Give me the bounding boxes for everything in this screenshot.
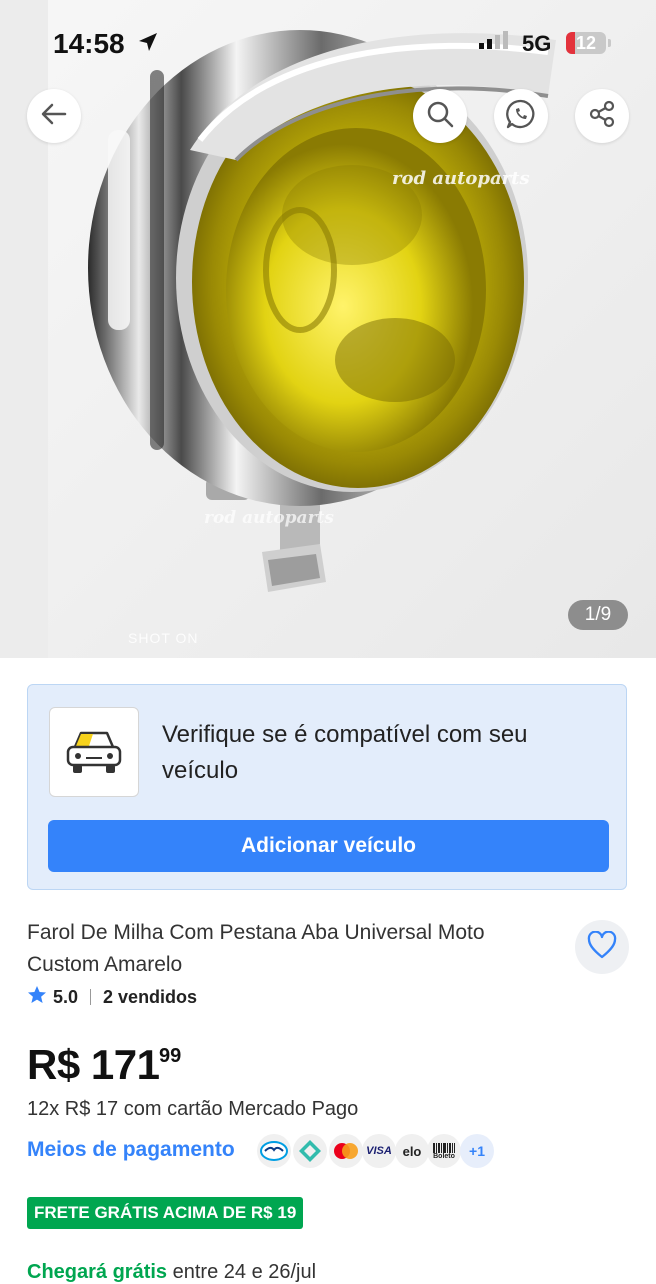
free-shipping-badge: FRETE GRÁTIS ACIMA DE R$ 19 [27,1197,304,1229]
product-image-gallery[interactable]: 14:58 5G 12 rod autoparts rod autoparts … [0,0,656,658]
search-button[interactable] [413,89,467,143]
add-vehicle-button[interactable]: Adicionar veículo [48,820,609,872]
pix-icon [293,1134,327,1168]
more-payment-methods[interactable]: +1 [460,1134,494,1168]
visa-icon: VISA [362,1134,396,1168]
share-button[interactable] [575,89,629,143]
compatibility-card: Verifique se é compatível com seu veícul… [27,684,627,890]
battery-percent: 12 [575,33,597,53]
delivery-estimate: Chegará grátis entre 24 e 26/jul [27,1261,316,1284]
compatibility-text: Verifique se é compatível com seu veícul… [162,721,528,784]
status-bar: 14:58 5G 12 [0,26,656,62]
signal-icon [478,30,514,55]
payment-methods-link[interactable]: Meios de pagamento [27,1138,235,1162]
price-cents: 99 [159,1045,182,1067]
sold-count: 2 vendidos [103,986,198,1007]
image-counter: 1/9 [568,600,628,630]
rating-row: 5.0 2 vendidos [27,985,197,1009]
battery-icon: 12 [566,32,606,54]
car-icon [66,731,122,773]
network-type: 5G [522,31,552,56]
clock: 14:58 [53,28,125,59]
star-icon [27,985,47,1010]
heart-icon [587,930,617,964]
rating-score: 5.0 [53,986,79,1007]
battery-tip [608,39,611,47]
rating-divider [90,989,92,1005]
whatsapp-icon [505,98,537,135]
elo-icon: elo [395,1134,429,1168]
watermark: rod autoparts [392,168,530,189]
whatsapp-button[interactable] [494,89,548,143]
installments-text: 12x R$ 17 com cartão Mercado Pago [27,1098,359,1120]
mastercard-icon [329,1134,363,1168]
boleto-label: Boleto [433,1152,455,1160]
mercado-pago-icon [257,1134,291,1168]
price-main: R$ 171 [27,1041,160,1088]
watermark: rod autoparts [204,508,334,528]
price: R$ 171 99 [27,1041,181,1089]
car-icon-box [49,707,139,797]
watermark: SHOT ON [128,630,199,646]
back-arrow-icon [39,99,69,134]
location-arrow-icon [136,30,160,59]
product-title: Farol De Milha Com Pestana Aba Universal… [27,921,485,976]
share-icon [587,99,617,134]
boleto-icon: Boleto [427,1134,461,1168]
product-image [0,0,656,658]
back-button[interactable] [27,89,81,143]
search-icon [425,99,455,134]
favorite-button[interactable] [575,920,629,974]
